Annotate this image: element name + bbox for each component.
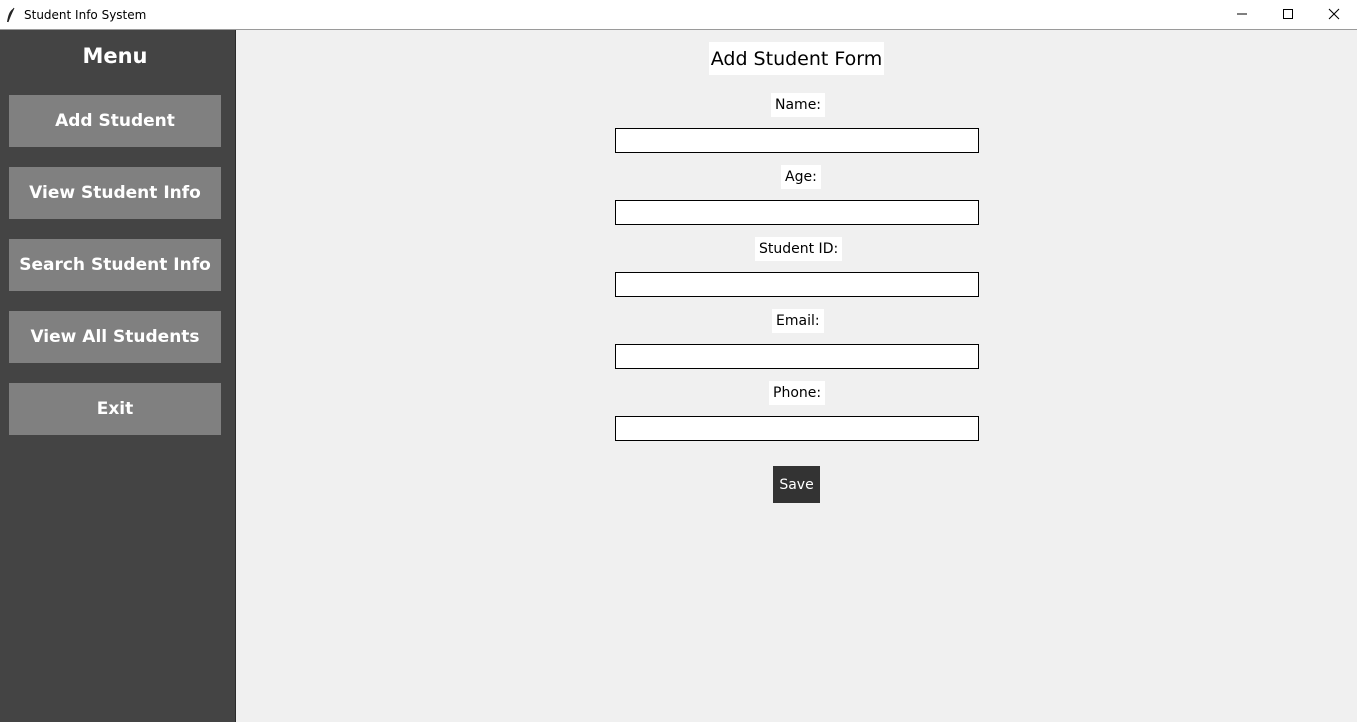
maximize-icon [1282,5,1294,24]
close-button[interactable] [1311,0,1357,29]
window-title: Student Info System [24,7,147,22]
window-controls [1219,0,1357,29]
minimize-icon [1236,5,1248,24]
view-all-students-button[interactable]: View All Students [9,311,221,363]
menu-title: Menu [82,44,148,68]
form-title: Add Student Form [709,42,884,75]
age-field[interactable] [615,200,979,225]
student-id-field[interactable] [615,272,979,297]
close-icon [1328,5,1340,24]
add-student-button[interactable]: Add Student [9,95,221,147]
minimize-button[interactable] [1219,0,1265,29]
student-id-label: Student ID: [755,237,843,261]
phone-label: Phone: [769,381,826,405]
email-label: Email: [772,309,824,333]
window-titlebar: Student Info System [0,0,1357,30]
phone-field[interactable] [615,416,979,441]
name-field[interactable] [615,128,979,153]
view-student-info-button[interactable]: View Student Info [9,167,221,219]
email-field[interactable] [615,344,979,369]
name-label: Name: [771,93,826,117]
age-label: Age: [781,165,821,189]
sidebar: Menu Add Student View Student Info Searc… [0,30,236,722]
exit-button[interactable]: Exit [9,383,221,435]
search-student-info-button[interactable]: Search Student Info [9,239,221,291]
feather-icon [5,7,17,23]
maximize-button[interactable] [1265,0,1311,29]
main-content: Add Student Form Name: Age: Student ID: … [237,30,1357,722]
save-button[interactable]: Save [773,466,820,503]
